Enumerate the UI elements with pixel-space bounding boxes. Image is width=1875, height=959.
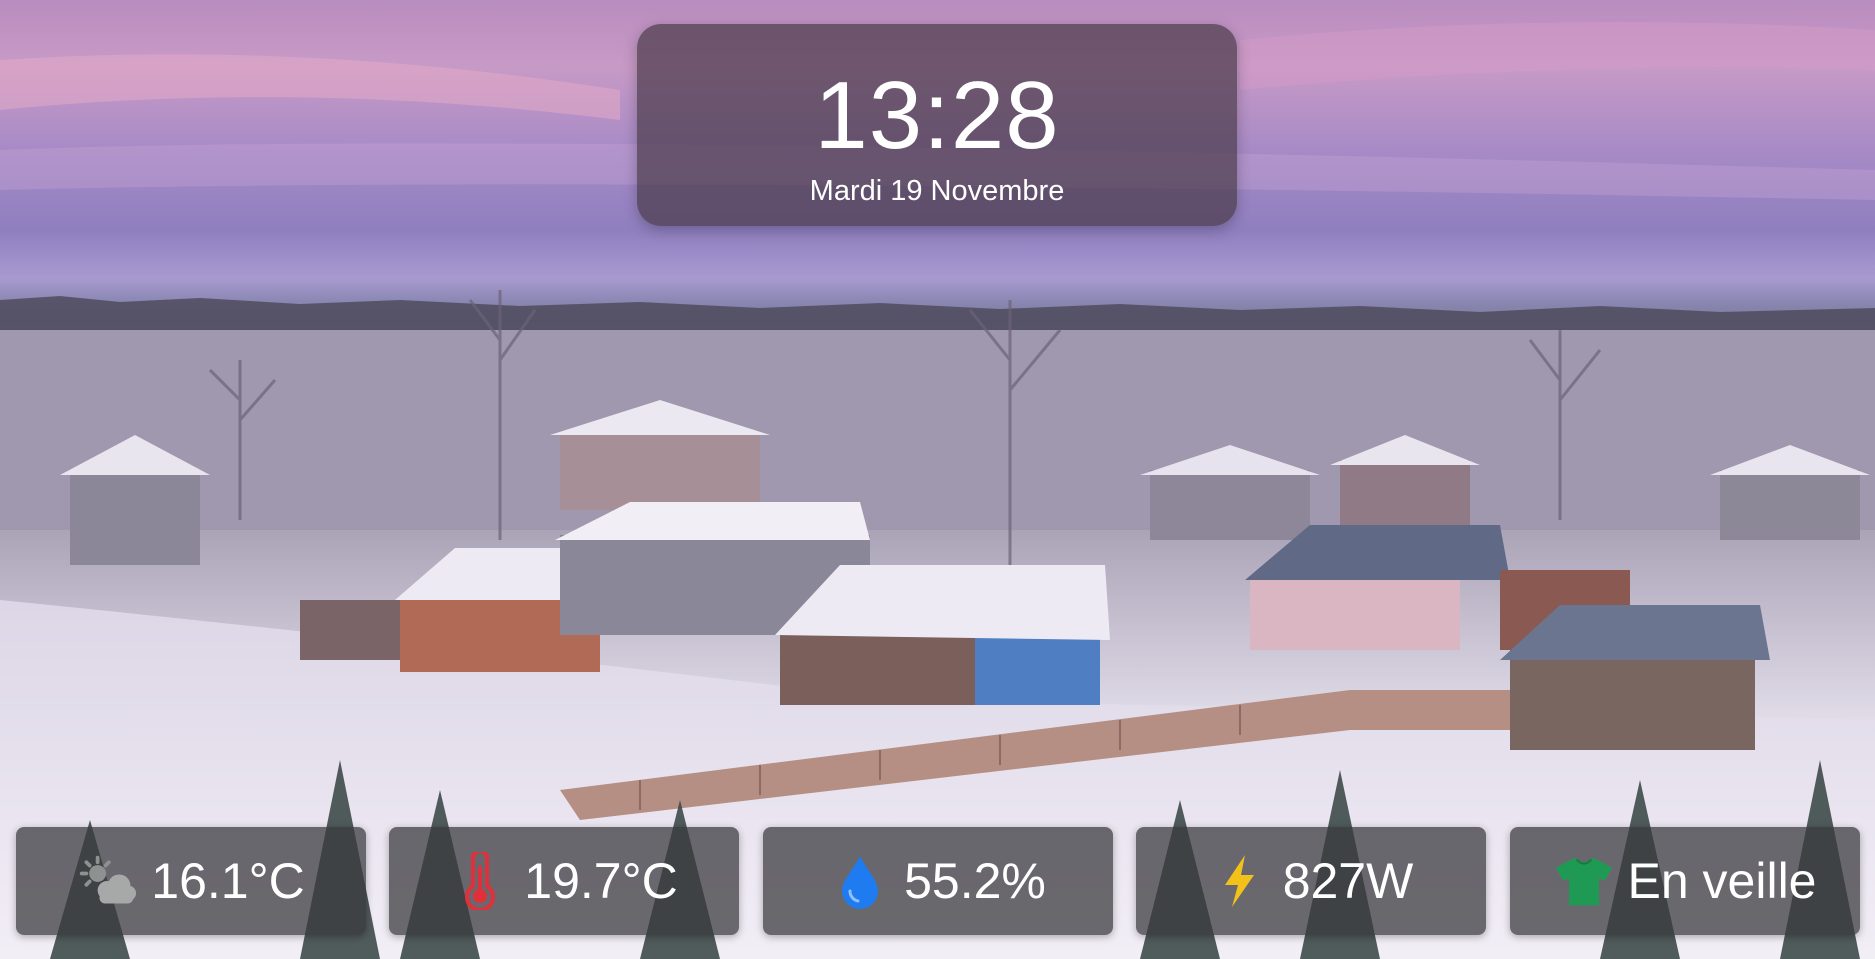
status-tiles: 16.1°C 19.7°C 55.2% 827W En veille (0, 827, 1875, 935)
washing-machine-tile[interactable]: En veille (1510, 827, 1860, 935)
thermometer-icon (450, 851, 510, 911)
washing-machine-status: En veille (1627, 853, 1817, 909)
outdoor-temperature-tile[interactable]: 16.1°C (16, 827, 366, 935)
outdoor-temperature-value: 16.1°C (151, 853, 305, 909)
clock-date: Mardi 19 Novembre (809, 175, 1065, 207)
partly-cloudy-icon (77, 851, 137, 911)
tshirt-icon (1554, 851, 1614, 911)
lightning-bolt-icon (1209, 851, 1269, 911)
humidity-value: 55.2% (904, 853, 1046, 909)
indoor-temperature-value: 19.7°C (524, 853, 678, 909)
water-drop-icon (830, 851, 890, 911)
power-tile[interactable]: 827W (1136, 827, 1486, 935)
dashboard-screen: 13:28 Mardi 19 Novembre 16.1°C 19.7°C 55… (0, 0, 1875, 959)
clock-time: 13:28 (814, 62, 1060, 169)
humidity-tile[interactable]: 55.2% (763, 827, 1113, 935)
clock-panel: 13:28 Mardi 19 Novembre (637, 24, 1237, 226)
indoor-temperature-tile[interactable]: 19.7°C (389, 827, 739, 935)
power-value: 827W (1282, 853, 1414, 909)
